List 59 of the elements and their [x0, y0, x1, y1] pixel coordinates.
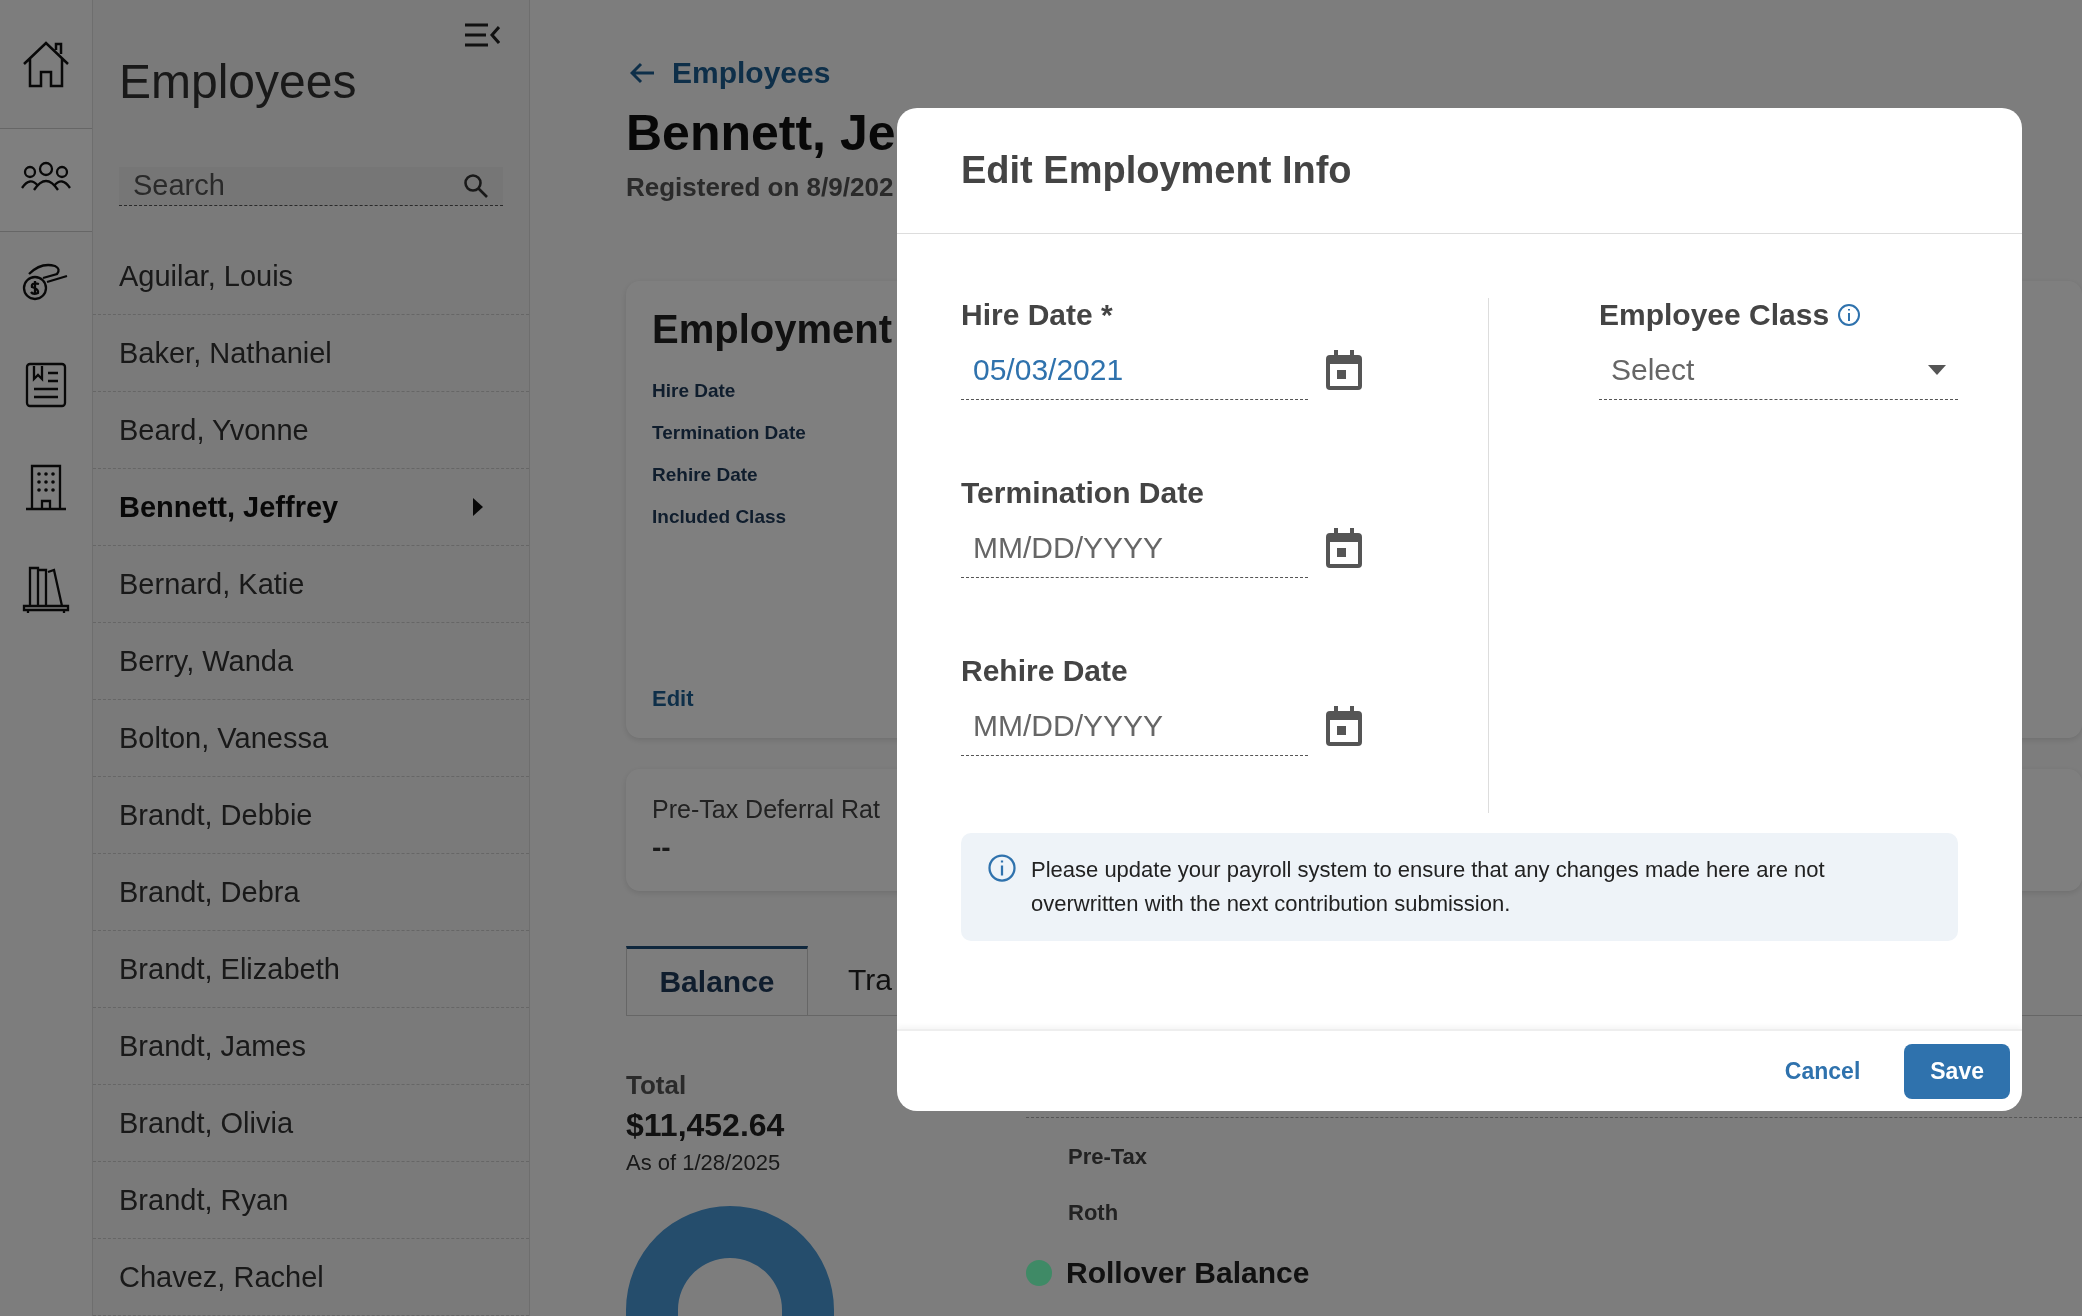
calendar-icon[interactable] — [1326, 350, 1362, 390]
employee-item[interactable]: Brandt, Olivia — [93, 1085, 529, 1162]
building-icon — [24, 463, 68, 511]
field-label: Rehire Date — [652, 464, 758, 486]
employee-item[interactable]: Bolton, Vanessa — [93, 700, 529, 777]
sidebar-title: Employees — [119, 56, 358, 109]
tab[interactable]: Balance — [626, 945, 808, 1015]
calendar-icon[interactable] — [1326, 528, 1362, 568]
field-label: Hire Date * — [961, 298, 1113, 332]
calendar-icon[interactable] — [1326, 706, 1362, 746]
back-link[interactable]: Employees — [630, 56, 831, 90]
employee-item[interactable]: Aguilar, Louis — [93, 238, 529, 315]
dialog-title: Edit Employment Info — [961, 149, 1352, 192]
select-field[interactable]: Select — [1599, 340, 1958, 400]
field-label: Hire Date — [652, 380, 736, 402]
collapse-menu-icon[interactable] — [464, 22, 500, 48]
employee-item[interactable]: Brandt, Ryan — [93, 1162, 529, 1239]
total-label: Total — [626, 1070, 688, 1101]
as-of-date: As of 1/28/2025 — [626, 1150, 782, 1176]
field-label: Rehire Date — [961, 654, 1128, 688]
field-label: Included Class — [652, 506, 787, 528]
total-amount: $11,452.64 — [626, 1107, 786, 1144]
employee-name: Bennett, Je — [626, 104, 896, 162]
caret-icon — [473, 498, 483, 516]
balance-item: Pre-Tax — [1068, 1144, 1149, 1171]
document-icon — [24, 361, 68, 409]
edit-link[interactable]: Edit — [652, 686, 694, 713]
search-icon — [463, 172, 489, 199]
employee-item[interactable]: Baker, Nathaniel — [93, 315, 529, 392]
save-button[interactable]: Save — [1904, 1043, 2010, 1099]
notice-text: Please update your payroll system to ensure that any changes made here are not overwritten with the next contribution submission. — [1031, 856, 1826, 918]
field-label: Termination Date — [961, 476, 1204, 510]
field-label: Termination Date — [652, 422, 806, 444]
search-field[interactable]: Search — [119, 166, 503, 206]
employee-item[interactable]: Brandt, Elizabeth — [93, 931, 529, 1008]
date-field[interactable]: MM/DD/YYYY — [961, 518, 1308, 578]
date-field[interactable]: 05/03/2021 — [961, 340, 1308, 400]
card-title: Employment — [652, 307, 893, 352]
back-arrow-icon — [630, 62, 656, 84]
employee-item[interactable]: Bennett, Jeffrey — [93, 469, 529, 546]
balance-item: Roth — [1068, 1200, 1120, 1227]
dropdown-caret-icon — [1928, 364, 1946, 375]
registered-date: Registered on 8/9/202 — [626, 172, 894, 203]
employee-item[interactable]: Brandt, James — [93, 1008, 529, 1085]
employee-item[interactable]: Brandt, Debra — [93, 854, 529, 931]
employee-item[interactable]: Beard, Yvonne — [93, 392, 529, 469]
balance-group-title: Rollover Balance — [1066, 1256, 1310, 1290]
employee-item[interactable]: Berry, Wanda — [93, 623, 529, 700]
employee-item[interactable]: Bernard, Katie — [93, 546, 529, 623]
field-label: Employee Class — [1599, 298, 1830, 332]
deferral-value: -- — [652, 832, 671, 865]
info-icon[interactable] — [1837, 303, 1862, 327]
books-icon — [22, 564, 70, 614]
cancel-button[interactable]: Cancel — [1778, 1056, 1867, 1086]
employee-item[interactable]: Chavez, Rachel — [93, 1239, 529, 1316]
employee-item[interactable]: Brandt, Debbie — [93, 777, 529, 854]
date-field[interactable]: MM/DD/YYYY — [961, 696, 1308, 756]
info-icon — [987, 853, 1017, 883]
deferral-label: Pre-Tax Deferral Rat — [652, 795, 880, 825]
